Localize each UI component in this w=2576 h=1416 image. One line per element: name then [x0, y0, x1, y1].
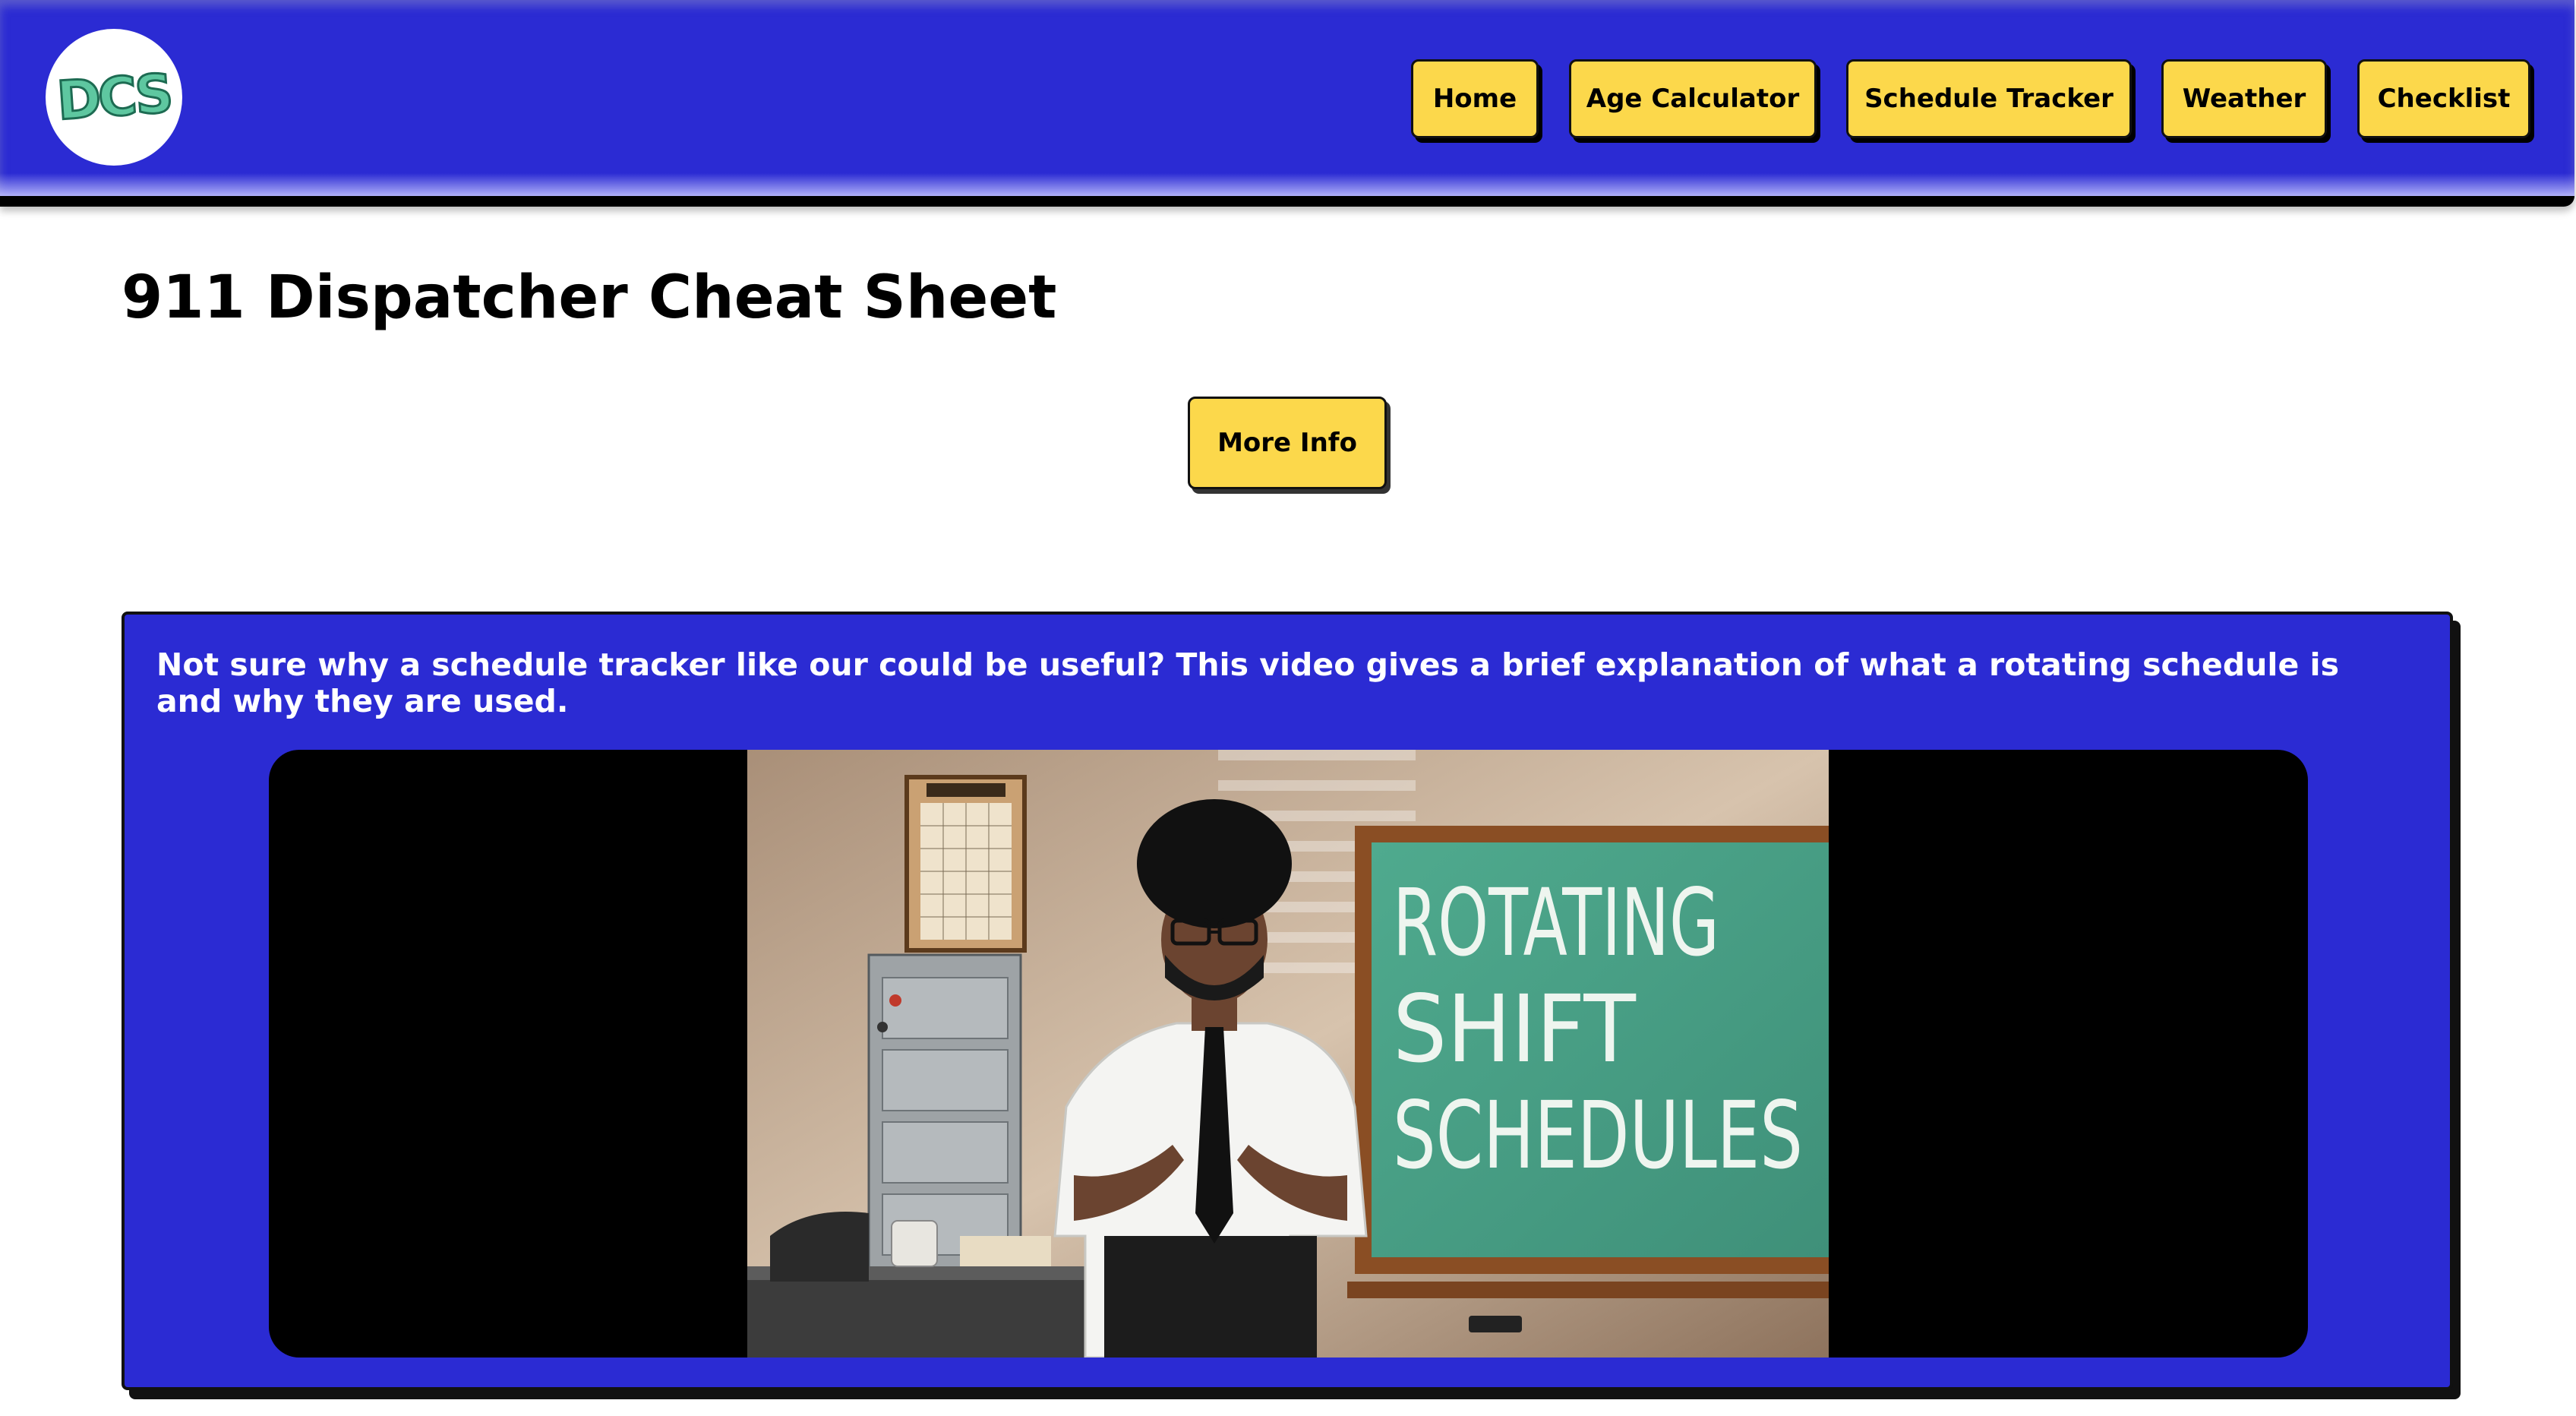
- site-header: DCS Home Age Calculator Schedule Tracker…: [0, 0, 2574, 207]
- logo-text: DCS: [54, 61, 174, 133]
- chalkboard-line-1: ROTATING: [1393, 869, 1719, 977]
- nav-schedule-tracker-button[interactable]: Schedule Tracker: [1846, 59, 2132, 138]
- page-title: 911 Dispatcher Cheat Sheet: [122, 264, 1057, 332]
- video-description: Not sure why a schedule tracker like our…: [156, 646, 2339, 719]
- video-player[interactable]: ROTATING SHIFT SCHEDULES: [269, 750, 2308, 1358]
- chalkboard-line-3: SCHEDULES: [1393, 1082, 1803, 1190]
- video-thumbnail[interactable]: ROTATING SHIFT SCHEDULES: [747, 750, 1829, 1358]
- video-section: Not sure why a schedule tracker like our…: [122, 612, 2453, 1390]
- nav-weather-button[interactable]: Weather: [2161, 59, 2327, 138]
- nav-checklist-button[interactable]: Checklist: [2357, 59, 2530, 138]
- dcs-logo[interactable]: DCS: [46, 29, 182, 166]
- chalkboard-line-2: SHIFT: [1393, 975, 1636, 1083]
- wall-chart: [904, 775, 1027, 953]
- more-info-button[interactable]: More Info: [1188, 397, 1387, 489]
- nav-home-button[interactable]: Home: [1411, 59, 1539, 138]
- chalkboard: ROTATING SHIFT SCHEDULES: [1347, 826, 1829, 1332]
- nav-age-calculator-button[interactable]: Age Calculator: [1569, 59, 1817, 138]
